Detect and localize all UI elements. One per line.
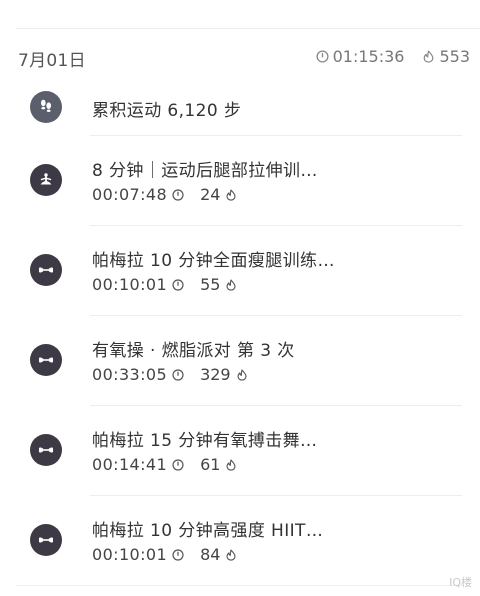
clock-icon bbox=[172, 188, 184, 201]
list-item-calories: 55 bbox=[200, 275, 221, 294]
flame-icon bbox=[226, 548, 236, 561]
clock-icon bbox=[316, 50, 329, 63]
list-item-workout[interactable]: 帕梅拉 10 分钟全面瘦腿训练… 00:10:01 55 bbox=[0, 226, 480, 316]
list-item-meta: 00:10:01 84 bbox=[92, 545, 237, 564]
list-item-duration: 00:07:48 bbox=[92, 185, 168, 204]
list-item-duration: 00:14:41 bbox=[92, 455, 168, 474]
list-item-title: 帕梅拉 10 分钟高强度 HIIT… bbox=[92, 521, 324, 541]
clock-icon bbox=[172, 458, 184, 471]
list-item-meta: 00:07:48 24 bbox=[92, 185, 237, 204]
list-item-title: 累积运动 6,120 步 bbox=[92, 101, 242, 121]
list-item-workout[interactable]: 帕梅拉 10 分钟高强度 HIIT… 00:10:01 84 bbox=[0, 496, 480, 586]
clock-icon bbox=[172, 548, 184, 561]
list-item-title: 8 分钟｜运动后腿部拉伸训… bbox=[92, 161, 318, 181]
list-item-meta: 00:33:05 329 bbox=[92, 365, 248, 384]
flame-icon bbox=[226, 278, 236, 291]
flame-icon bbox=[424, 50, 434, 63]
list-item-workout[interactable]: 有氧操 · 燃脂派对 第 3 次 00:33:05 329 bbox=[0, 316, 480, 406]
list-item-meta: 00:10:01 55 bbox=[92, 275, 237, 294]
list-item-duration: 00:10:01 bbox=[92, 275, 168, 294]
dumbbell-icon bbox=[30, 524, 62, 556]
top-divider bbox=[16, 28, 480, 29]
list-item-calories: 61 bbox=[200, 455, 221, 474]
list-item-meta: 00:14:41 61 bbox=[92, 455, 237, 474]
list-item-steps[interactable]: 累积运动 6,120 步 bbox=[0, 86, 480, 136]
dumbbell-icon bbox=[30, 254, 62, 286]
workout-list: 累积运动 6,120 步 8 分钟｜运动后腿部拉伸训… 00:07:48 24 bbox=[0, 86, 480, 586]
clock-icon bbox=[172, 278, 184, 291]
day-total-duration: 01:15:36 bbox=[332, 47, 405, 66]
list-item-calories: 24 bbox=[200, 185, 221, 204]
list-item-calories: 84 bbox=[200, 545, 221, 564]
flame-icon bbox=[226, 458, 236, 471]
list-item-workout[interactable]: 8 分钟｜运动后腿部拉伸训… 00:07:48 24 bbox=[0, 136, 480, 226]
flame-icon bbox=[226, 188, 236, 201]
day-total-calories: 553 bbox=[439, 47, 470, 66]
list-item-workout[interactable]: 帕梅拉 15 分钟有氧搏击舞… 00:14:41 61 bbox=[0, 406, 480, 496]
day-date: 7月01日 bbox=[18, 51, 86, 71]
list-item-calories: 329 bbox=[200, 365, 231, 384]
day-header: 7月01日 01:15:36 553 bbox=[0, 46, 480, 71]
clock-icon bbox=[172, 368, 184, 381]
yoga-meditation-icon bbox=[30, 164, 62, 196]
row-divider bbox=[16, 585, 464, 586]
list-item-duration: 00:33:05 bbox=[92, 365, 168, 384]
flame-icon bbox=[237, 368, 247, 381]
footprints-icon bbox=[30, 91, 62, 123]
list-item-duration: 00:10:01 bbox=[92, 545, 168, 564]
list-item-title: 有氧操 · 燃脂派对 第 3 次 bbox=[92, 341, 295, 361]
dumbbell-icon bbox=[30, 434, 62, 466]
dumbbell-icon bbox=[30, 344, 62, 376]
list-item-title: 帕梅拉 10 分钟全面瘦腿训练… bbox=[92, 251, 335, 271]
day-summary: 01:15:36 553 bbox=[316, 47, 470, 66]
watermark-logo: IQ楼 bbox=[449, 576, 472, 589]
list-item-title: 帕梅拉 15 分钟有氧搏击舞… bbox=[92, 431, 318, 451]
